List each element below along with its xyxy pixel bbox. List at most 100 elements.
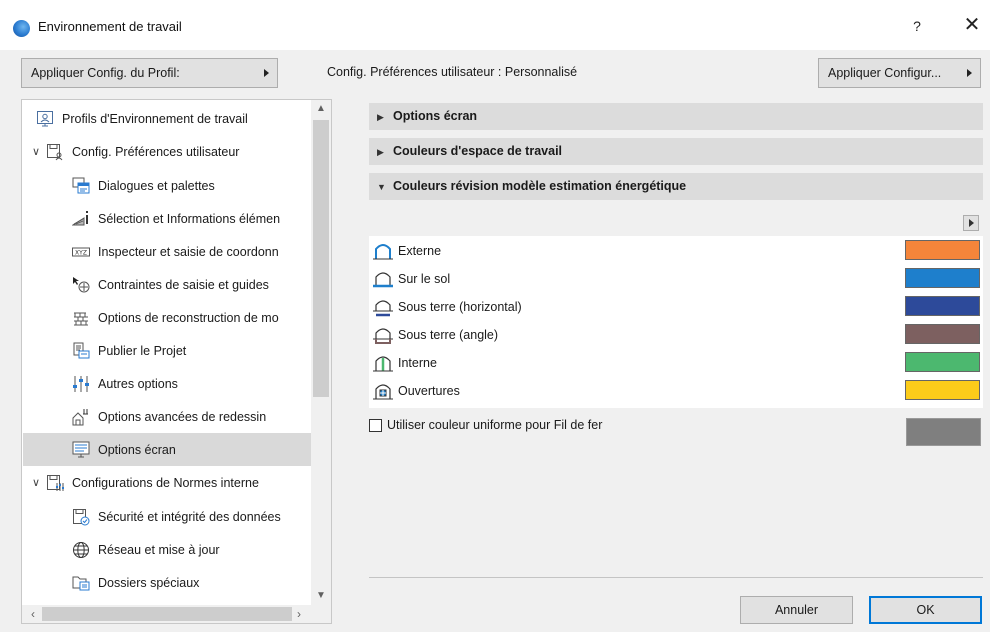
tree-item-rebuild[interactable]: Options de reconstruction de mo (72, 301, 279, 334)
chevron-down-icon[interactable]: ∨ (30, 145, 42, 158)
section-label: Couleurs d'espace de travail (393, 144, 563, 158)
color-row-underground-angle: Sous terre (angle) (369, 321, 983, 348)
config-status-label: Config. Préférences utilisateur : Person… (327, 65, 578, 79)
color-swatch-internal[interactable] (905, 352, 980, 372)
standards-icon (47, 474, 64, 491)
color-label: Interne (398, 355, 437, 370)
window-title: Environnement de travail (38, 19, 182, 34)
openings-icon (373, 383, 393, 399)
tree-vertical-scrollbar[interactable]: ▲ ▼ (311, 100, 331, 605)
tree-item-label: Publier le Projet (98, 343, 187, 358)
tree-item-label: Sélection et Informations élémen (98, 211, 281, 226)
color-swatch-underground-angle[interactable] (905, 324, 980, 344)
arrow-right-icon (967, 69, 972, 77)
tree-item-label: Profils d'Environnement de travail (62, 111, 248, 126)
color-swatch-openings[interactable] (905, 380, 980, 400)
uniform-color-option: Utiliser couleur uniforme pour Fil de fe… (369, 418, 602, 432)
tree-horizontal-scrollbar[interactable]: ‹ › (22, 605, 331, 623)
color-row-on-ground: Sur le sol (369, 265, 983, 292)
section-workspace-colors[interactable]: ▶ Couleurs d'espace de travail (369, 138, 983, 165)
tree-item-other[interactable]: Autres options (72, 367, 178, 400)
sliders-icon (73, 375, 89, 392)
rebuild-icon (74, 312, 88, 325)
tree-item-label: Dossiers spéciaux (98, 575, 200, 590)
section-label: Options écran (393, 109, 478, 123)
tree-item-publish[interactable]: Publier le Projet (72, 334, 186, 367)
scroll-down-icon[interactable]: ▼ (311, 587, 331, 605)
redraw-icon (72, 408, 88, 425)
color-swatch-on-ground[interactable] (905, 268, 980, 288)
tree-item-selection[interactable]: Sélection et Informations élémen (72, 202, 280, 235)
tree-item-folders[interactable]: Dossiers spéciaux (72, 566, 199, 599)
publish-icon (73, 342, 90, 358)
help-button[interactable]: ? (906, 15, 928, 37)
uniform-color-checkbox[interactable] (369, 418, 382, 432)
folders-icon (72, 576, 90, 590)
globe-icon (73, 541, 89, 558)
tree-item-standards[interactable]: ∨ Configurations de Normes interne (30, 466, 259, 499)
tree-item-profiles[interactable]: Profils d'Environnement de travail (36, 102, 248, 135)
tree-item-label: Options écran (98, 442, 176, 457)
arrow-right-icon (264, 69, 269, 77)
underground-horizontal-icon (373, 299, 393, 316)
scrollbar-thumb[interactable] (42, 607, 292, 621)
tree-item-network[interactable]: Réseau et mise à jour (72, 533, 220, 566)
tree-item-dialogs[interactable]: Dialogues et palettes (72, 169, 215, 202)
svg-text:XYZ: XYZ (75, 249, 87, 256)
expand-arrow-button[interactable] (963, 215, 979, 231)
color-row-underground-horizontal: Sous terre (horizontal) (369, 293, 983, 320)
divider (369, 577, 983, 578)
ok-button[interactable]: OK (869, 596, 982, 624)
tree-item-constraints[interactable]: Contraintes de saisie et guides (72, 268, 269, 301)
uniform-color-label: Utiliser couleur uniforme pour Fil de fe… (387, 418, 603, 432)
color-label: Sous terre (angle) (398, 327, 499, 342)
tree-item-label: Contraintes de saisie et guides (98, 277, 269, 292)
tree-item-security[interactable]: Sécurité et intégrité des données (72, 500, 281, 533)
external-surface-icon (373, 243, 393, 259)
uniform-color-swatch[interactable] (906, 418, 981, 446)
tree-item-redraw[interactable]: Options avancées de redessin (72, 400, 266, 433)
profile-icon (37, 110, 53, 126)
section-screen-options[interactable]: ▶ Options écran (369, 103, 983, 130)
apply-config-label: Appliquer Configur... (828, 66, 942, 80)
xyz-icon: XYZ (72, 247, 90, 256)
apply-profile-button[interactable]: Appliquer Config. du Profil: (21, 58, 278, 88)
on-ground-icon (373, 271, 393, 287)
triangle-right-icon: ▶ (377, 147, 384, 157)
apply-profile-label: Appliquer Config. du Profil: (31, 66, 180, 80)
tree-item-inspector[interactable]: XYZ Inspecteur et saisie de coordonn (72, 235, 279, 268)
tree-item-label: Options de reconstruction de mo (98, 310, 279, 325)
scrollbar-thumb[interactable] (313, 120, 329, 397)
apply-config-button[interactable]: Appliquer Configur... (818, 58, 981, 88)
tree-item-label: Autres options (98, 376, 178, 391)
color-label: Externe (398, 243, 442, 258)
close-button[interactable]: ✕ (960, 14, 984, 38)
section-energy-colors[interactable]: ▼ Couleurs révision modèle estimation éne… (369, 173, 983, 200)
security-icon (73, 508, 90, 525)
color-swatch-underground-horizontal[interactable] (905, 296, 980, 316)
dialogs-icon (72, 177, 90, 193)
tree-item-user-prefs[interactable]: ∨ Config. Préférences utilisateur (30, 135, 239, 168)
scroll-up-icon[interactable]: ▲ (311, 100, 331, 118)
constraints-icon (73, 276, 90, 292)
scroll-right-icon[interactable]: › (290, 605, 308, 623)
color-row-internal: Interne (369, 349, 983, 376)
selection-info-icon (72, 210, 88, 225)
section-label: Couleurs révision modèle estimation éner… (393, 179, 687, 193)
tree-item-label: Dialogues et palettes (98, 178, 215, 193)
triangle-right-icon: ▶ (377, 112, 384, 122)
tree-item-label: Réseau et mise à jour (98, 542, 220, 557)
tree-item-label: Configurations de Normes interne (72, 475, 259, 490)
scroll-left-icon[interactable]: ‹ (24, 605, 42, 623)
tree-item-label: Inspecteur et saisie de coordonn (98, 244, 279, 259)
cancel-button[interactable]: Annuler (740, 596, 853, 624)
chevron-down-icon[interactable]: ∨ (30, 476, 42, 489)
internal-icon (373, 355, 393, 371)
color-label: Sous terre (horizontal) (398, 299, 522, 314)
color-label: Sur le sol (398, 271, 451, 286)
title-bar: Environnement de travail ? ✕ (0, 0, 990, 50)
screen-icon (72, 441, 90, 457)
color-swatch-external[interactable] (905, 240, 980, 260)
tree-item-label: Options avancées de redessin (98, 409, 267, 424)
tree-item-screen-options[interactable]: Options écran (23, 433, 311, 466)
